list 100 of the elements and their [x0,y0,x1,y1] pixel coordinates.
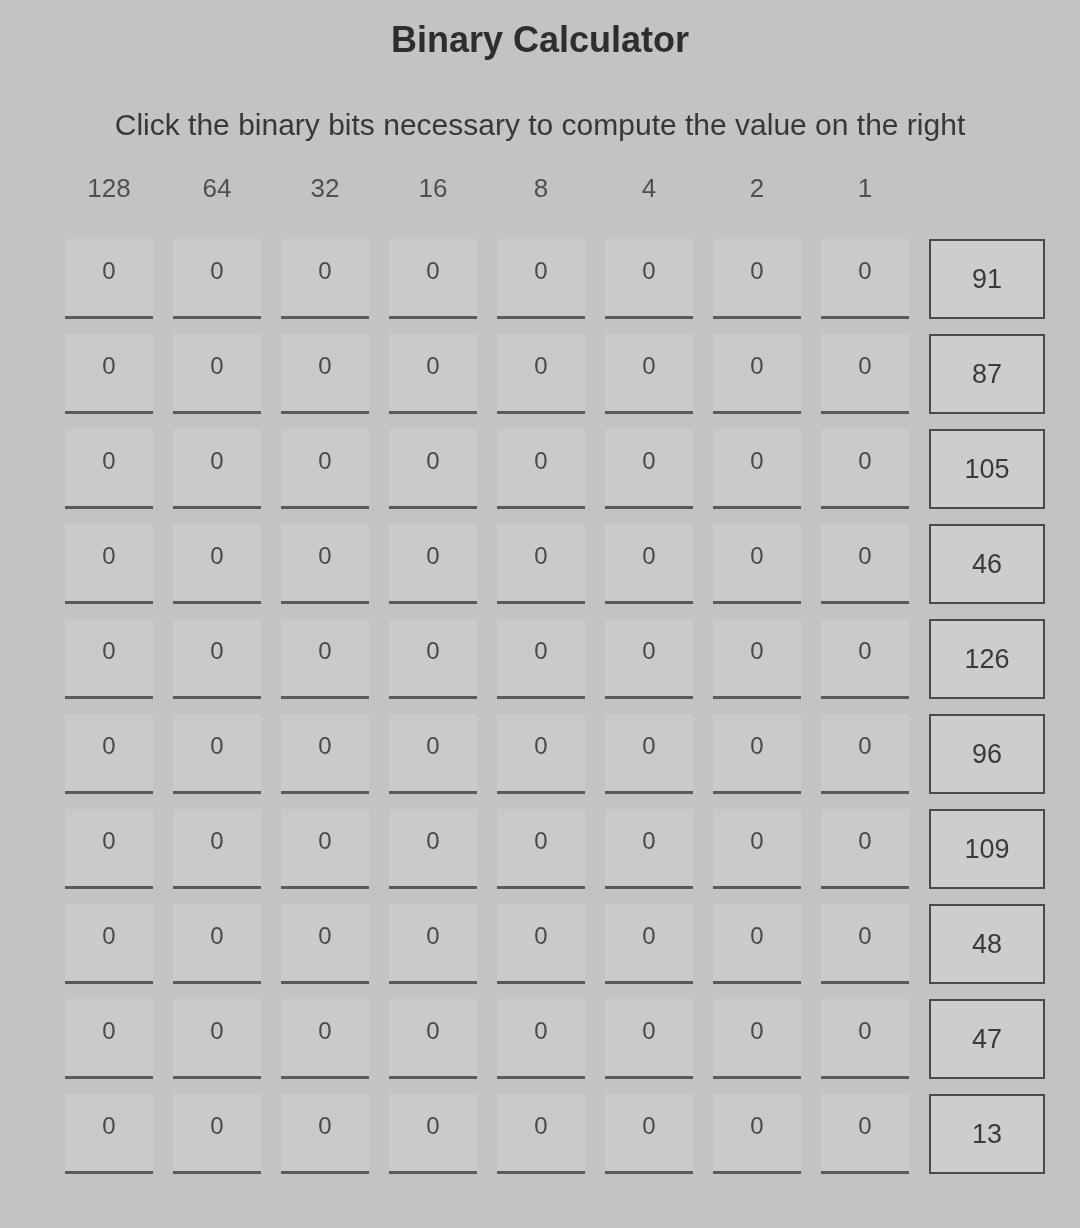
bit-toggle[interactable]: 0 [821,714,909,794]
bit-toggle[interactable]: 0 [605,809,693,889]
bit-toggle[interactable]: 0 [497,334,585,414]
bit-weight-label: 2 [749,172,765,204]
bit-toggle[interactable]: 0 [65,999,153,1079]
target-value: 87 [929,334,1045,414]
bit-toggle[interactable]: 0 [281,714,369,794]
bit-toggle[interactable]: 0 [605,334,693,414]
target-value: 109 [929,809,1045,889]
bit-toggle[interactable]: 0 [605,524,693,604]
bit-toggle[interactable]: 0 [713,524,801,604]
bit-toggle[interactable]: 0 [389,714,477,794]
bit-toggle[interactable]: 0 [65,809,153,889]
bit-weight-label: 1 [857,172,873,204]
bit-toggle[interactable]: 0 [389,239,477,319]
bit-weight-label: 128 [87,172,131,204]
bit-weight-label: 32 [310,172,340,204]
bit-toggle[interactable]: 0 [173,239,261,319]
bit-toggle[interactable]: 0 [497,714,585,794]
bit-toggle[interactable]: 0 [713,334,801,414]
page-title: Binary Calculator [390,18,690,62]
bit-toggle[interactable]: 0 [497,619,585,699]
bit-toggle[interactable]: 0 [65,904,153,984]
target-value: 91 [929,239,1045,319]
bit-toggle[interactable]: 0 [821,334,909,414]
bit-toggle[interactable]: 0 [173,999,261,1079]
bit-toggle[interactable]: 0 [281,239,369,319]
bit-toggle[interactable]: 0 [605,904,693,984]
target-value: 47 [929,999,1045,1079]
bit-toggle[interactable]: 0 [713,239,801,319]
bit-toggle[interactable]: 0 [173,809,261,889]
bit-toggle[interactable]: 0 [821,524,909,604]
bit-toggle[interactable]: 0 [821,999,909,1079]
bit-toggle[interactable]: 0 [281,429,369,509]
bit-toggle[interactable]: 0 [497,239,585,319]
bit-toggle[interactable]: 0 [389,1094,477,1174]
bit-weight-label: 8 [533,172,549,204]
bit-toggle[interactable]: 0 [605,619,693,699]
bit-toggle[interactable]: 0 [389,524,477,604]
bit-toggle[interactable]: 0 [713,1094,801,1174]
bit-toggle[interactable]: 0 [65,619,153,699]
bit-toggle[interactable]: 0 [173,334,261,414]
bit-toggle[interactable]: 0 [173,904,261,984]
instruction-text: Click the binary bits necessary to compute the value on the right [114,107,966,143]
bit-toggle[interactable]: 0 [389,999,477,1079]
bit-weight-label: 4 [641,172,657,204]
bit-toggle[interactable]: 0 [821,239,909,319]
bit-toggle[interactable]: 0 [389,619,477,699]
bit-toggle[interactable]: 0 [713,904,801,984]
bit-toggle[interactable]: 0 [497,524,585,604]
bit-toggle[interactable]: 0 [713,809,801,889]
bit-toggle[interactable]: 0 [821,809,909,889]
bit-toggle[interactable]: 0 [65,239,153,319]
bit-toggle[interactable]: 0 [821,619,909,699]
bit-toggle[interactable]: 0 [281,904,369,984]
bit-toggle[interactable]: 0 [173,429,261,509]
target-value: 96 [929,714,1045,794]
bit-toggle[interactable]: 0 [389,904,477,984]
bit-toggle[interactable]: 0 [281,999,369,1079]
bit-toggle[interactable]: 0 [281,809,369,889]
bit-toggle[interactable]: 0 [713,619,801,699]
bit-toggle[interactable]: 0 [605,1094,693,1174]
bit-toggle[interactable]: 0 [605,999,693,1079]
bit-toggle[interactable]: 0 [497,999,585,1079]
bit-toggle[interactable]: 0 [605,714,693,794]
bit-toggle[interactable]: 0 [605,239,693,319]
bit-weight-label: 16 [418,172,448,204]
bit-toggle[interactable]: 0 [281,524,369,604]
bit-toggle[interactable]: 0 [389,334,477,414]
target-value: 46 [929,524,1045,604]
target-value: 48 [929,904,1045,984]
bit-toggle[interactable]: 0 [65,524,153,604]
bit-toggle[interactable]: 0 [821,904,909,984]
bit-toggle[interactable]: 0 [389,429,477,509]
bit-toggle[interactable]: 0 [497,809,585,889]
target-value: 126 [929,619,1045,699]
bit-toggle[interactable]: 0 [173,714,261,794]
bit-toggle[interactable]: 0 [713,429,801,509]
bit-toggle[interactable]: 0 [173,524,261,604]
bit-toggle[interactable]: 0 [713,714,801,794]
bit-toggle[interactable]: 0 [821,429,909,509]
bit-toggle[interactable]: 0 [497,904,585,984]
bit-toggle[interactable]: 0 [281,334,369,414]
bit-toggle[interactable]: 0 [281,619,369,699]
bit-toggle[interactable]: 0 [65,1094,153,1174]
bit-toggle[interactable]: 0 [65,334,153,414]
bit-toggle[interactable]: 0 [173,1094,261,1174]
bit-toggle[interactable]: 0 [173,619,261,699]
bit-toggle[interactable]: 0 [281,1094,369,1174]
target-value: 105 [929,429,1045,509]
bit-toggle[interactable]: 0 [497,429,585,509]
bit-toggle[interactable]: 0 [65,429,153,509]
bit-toggle[interactable]: 0 [713,999,801,1079]
bit-toggle[interactable]: 0 [605,429,693,509]
bit-weight-label: 64 [202,172,232,204]
bit-toggle[interactable]: 0 [821,1094,909,1174]
bit-toggle[interactable]: 0 [389,809,477,889]
target-value: 13 [929,1094,1045,1174]
bit-toggle[interactable]: 0 [497,1094,585,1174]
bit-toggle[interactable]: 0 [65,714,153,794]
